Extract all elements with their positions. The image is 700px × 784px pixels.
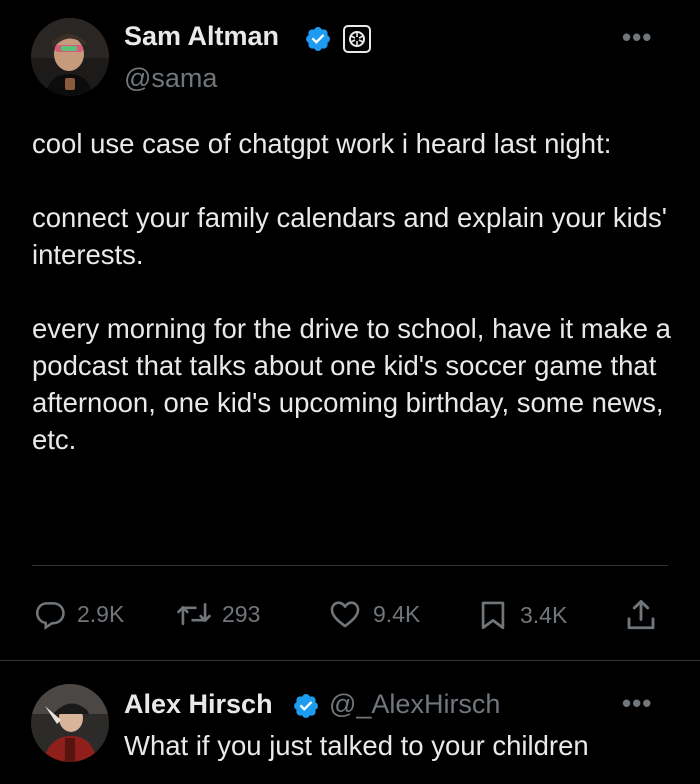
- tweet-body: cool use case of chatgpt work i heard la…: [32, 125, 672, 458]
- reply-count: 2.9K: [77, 600, 125, 627]
- author-name[interactable]: Sam Altman: [124, 21, 279, 52]
- bookmark-count: 3.4K: [520, 601, 568, 628]
- action-divider: [32, 565, 668, 566]
- share-icon: [623, 597, 659, 633]
- reply-verified-badge-icon: [292, 692, 320, 720]
- like-button[interactable]: 9.4K: [327, 597, 420, 631]
- share-button[interactable]: [623, 597, 659, 633]
- openai-logo-icon[interactable]: [343, 25, 371, 53]
- reply-text: What if you just talked to your children: [124, 730, 589, 761]
- tweet-paragraph: cool use case of chatgpt work i heard la…: [32, 128, 612, 159]
- tweet-paragraph: connect your family calendars and explai…: [32, 202, 668, 270]
- repost-button[interactable]: 293: [176, 597, 260, 631]
- reply-icon: [33, 597, 67, 631]
- repost-count: 293: [222, 600, 261, 627]
- bookmark-icon: [476, 597, 510, 633]
- reply-author-avatar[interactable]: [31, 684, 109, 762]
- author-avatar[interactable]: [31, 18, 109, 96]
- tweet-paragraph: every morning for the drive to school, h…: [32, 313, 671, 455]
- reply-author-handle[interactable]: @_AlexHirsch: [329, 689, 500, 720]
- reply-more-options-icon[interactable]: •••: [622, 690, 652, 716]
- like-count: 9.4K: [373, 600, 421, 627]
- more-options-icon[interactable]: •••: [622, 24, 652, 50]
- author-handle[interactable]: @sama: [124, 63, 217, 94]
- heart-icon: [327, 597, 363, 631]
- reply-button[interactable]: 2.9K: [33, 597, 124, 631]
- repost-icon: [176, 597, 212, 631]
- tweet-separator: [0, 660, 700, 661]
- verified-badge-icon: [304, 25, 332, 53]
- reply-author-name[interactable]: Alex Hirsch: [124, 689, 273, 720]
- bookmark-button[interactable]: 3.4K: [476, 597, 567, 633]
